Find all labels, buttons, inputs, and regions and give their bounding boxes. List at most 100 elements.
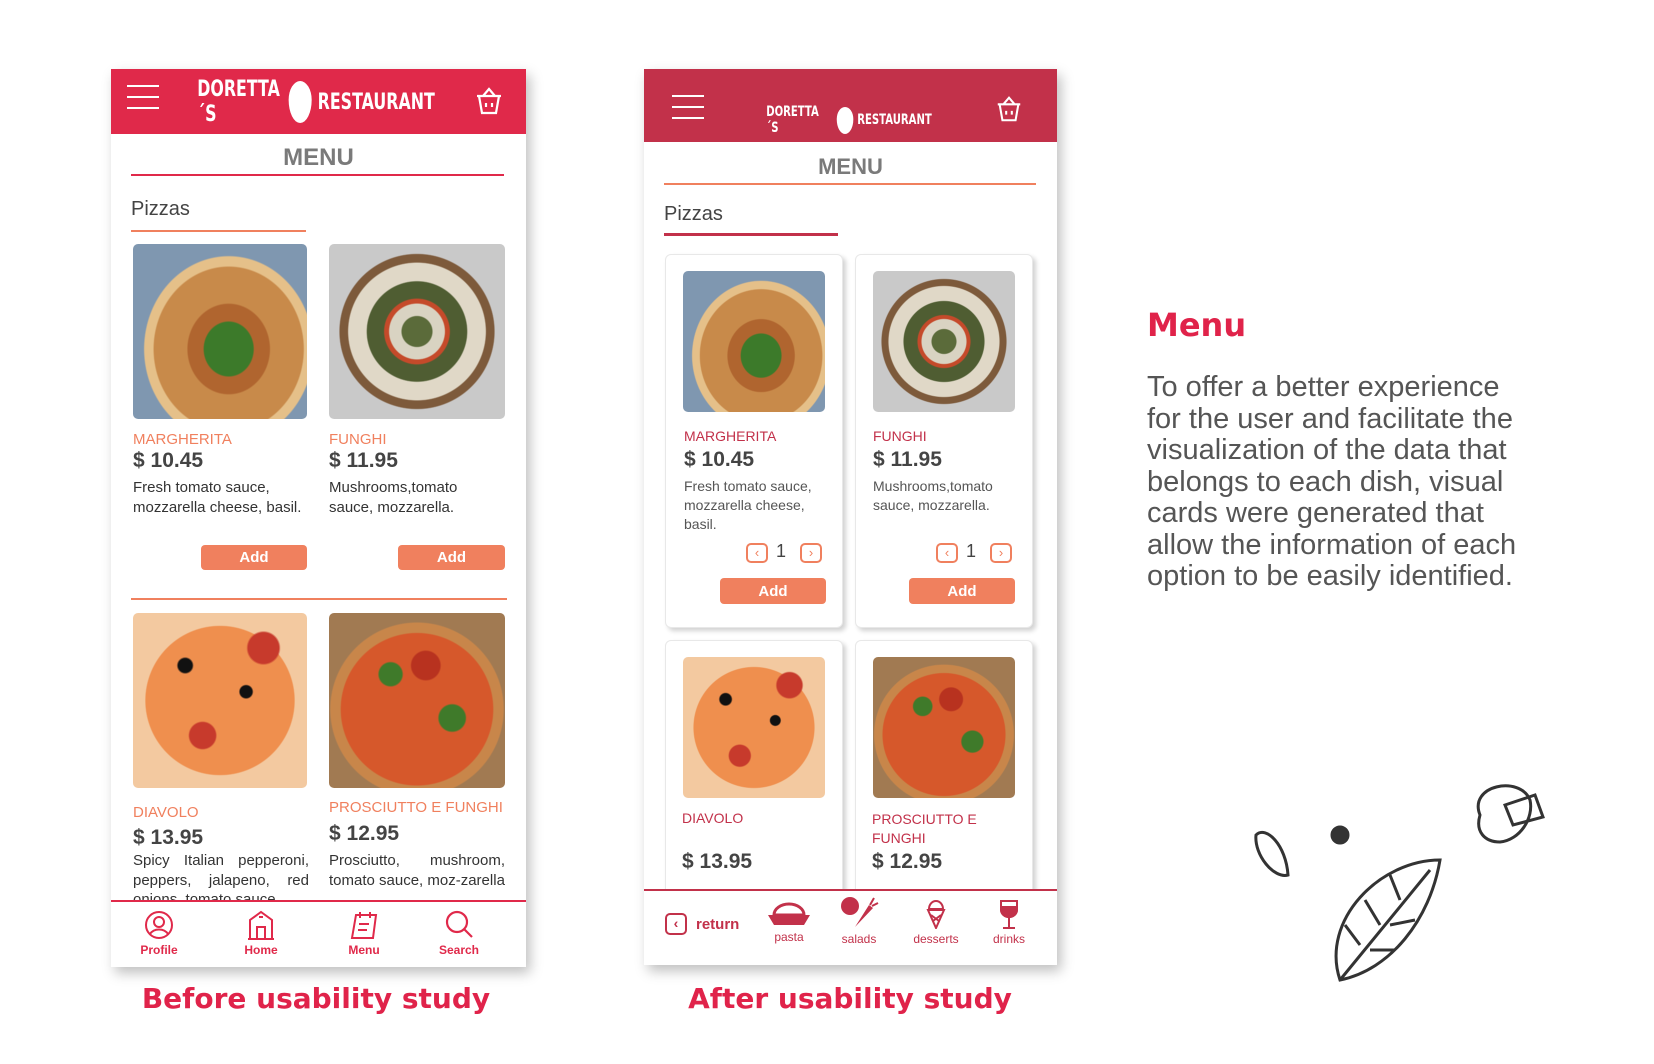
item-description: Prosciutto, mushroom, tomato sauce, moz-… <box>329 852 505 889</box>
nav-label: Search <box>438 943 480 957</box>
return-button[interactable]: ‹ return <box>665 913 739 935</box>
basil-leaf-doodle-icon <box>1334 858 1442 982</box>
decrease-quantity-button[interactable]: ‹ <box>746 543 768 563</box>
app-header: DORETTA ´S RESTAURANT <box>644 69 1057 142</box>
description-line: option to be easily identified. <box>1147 560 1513 592</box>
menu-card: PROSCIUTTO E FUNGHI $ 12.95 <box>855 640 1033 889</box>
section-title: Pizzas <box>664 203 723 225</box>
row-divider <box>131 598 507 600</box>
section-title: Pizzas <box>131 198 190 220</box>
description-line: visualization of the data that <box>1147 434 1507 466</box>
restaurant-logo: DORETTA´S RESTAURANT <box>197 77 435 127</box>
app-header: DORETTA´S RESTAURANT <box>111 69 526 134</box>
item-description: Fresh tomato sauce, mozzarella cheese, b… <box>684 478 812 532</box>
item-name: MARGHERITA <box>684 428 777 444</box>
ice-cream-icon <box>926 900 946 931</box>
nav-profile[interactable]: Profile <box>131 910 187 957</box>
add-button[interactable]: Add <box>909 578 1015 604</box>
increase-quantity-button[interactable]: › <box>800 543 822 563</box>
logo-text-right: RESTAURANT <box>317 89 435 115</box>
nav-home[interactable]: Home <box>233 910 289 957</box>
description-line: for the user and facilitate the <box>1147 402 1513 435</box>
restaurant-logo: DORETTA ´S RESTAURANT <box>766 104 932 136</box>
item-price: $ 10.45 <box>133 449 204 472</box>
item-price: $ 12.95 <box>329 822 400 845</box>
item-name: FUNGHI <box>873 428 927 444</box>
item-name: MARGHERITA <box>133 431 232 448</box>
menu-card: FUNGHI $ 11.95 Mushrooms,tomato sauce, m… <box>855 254 1033 628</box>
item-description: Mushrooms,tomato sauce, mozzarella. <box>873 478 993 513</box>
nav-label: Home <box>244 943 278 957</box>
nav-label: Menu <box>348 943 380 957</box>
menu-card: MARGHERITA $ 10.45 Fresh tomato sauce, m… <box>665 254 843 628</box>
increase-quantity-button[interactable]: › <box>990 543 1012 563</box>
nav-menu[interactable]: Menu <box>336 910 392 957</box>
add-button[interactable]: Add <box>201 545 307 570</box>
item-description: Mushrooms,tomato sauce, mozzarella. <box>329 479 458 516</box>
add-button[interactable]: Add <box>398 545 505 570</box>
funghi-image <box>329 244 505 419</box>
description-line: cards were generated that <box>1147 497 1484 529</box>
description-title: Menu <box>1147 306 1247 344</box>
nav-label: Profile <box>140 943 178 957</box>
nav-pasta[interactable]: pasta <box>764 901 814 944</box>
quantity-value: 1 <box>966 541 977 561</box>
item-description: Spicy Italian pepperoni, peppers, jalape… <box>133 852 309 900</box>
chevron-left-icon: ‹ <box>665 913 687 935</box>
menu-card: DIAVOLO $ 13.95 <box>665 640 843 889</box>
item-name: DIAVOLO <box>682 810 744 826</box>
item-price: $ 11.95 <box>873 448 942 471</box>
decrease-quantity-button[interactable]: ‹ <box>936 543 958 563</box>
nav-desserts[interactable]: desserts <box>904 895 968 946</box>
item-name: DIAVOLO <box>133 804 199 821</box>
nav-salads[interactable]: salads <box>834 895 884 946</box>
home-icon <box>248 910 274 940</box>
nav-search[interactable]: Search <box>429 910 489 957</box>
description-line: To offer a better experience <box>1147 371 1500 403</box>
item-price: $ 11.95 <box>329 449 398 472</box>
return-label: return <box>696 915 740 933</box>
olive-doodle-icon <box>1330 825 1350 845</box>
nav-drinks[interactable]: drinks <box>984 899 1034 946</box>
nav-label: pasta <box>774 930 804 944</box>
hamburger-menu-icon[interactable] <box>127 85 159 118</box>
basket-icon[interactable] <box>994 94 1024 124</box>
item-name: PROSCIUTTO E FUNGHI <box>872 811 977 846</box>
fork-pin-icon <box>836 106 854 134</box>
margherita-image <box>683 271 825 412</box>
add-button[interactable]: Add <box>720 578 826 604</box>
item-price: $ 13.95 <box>682 850 753 873</box>
quantity-value: 1 <box>776 541 787 561</box>
margherita-image <box>133 244 307 419</box>
after-caption: After usability study <box>688 982 1012 1015</box>
nav-label: drinks <box>992 932 1025 946</box>
page-title: MENU <box>283 144 354 171</box>
diavolo-image <box>683 657 825 798</box>
after-phone: DORETTA ´S RESTAURANT MENU Pizzas MARGHE… <box>644 69 1057 965</box>
funghi-image <box>873 271 1015 412</box>
section-underline <box>131 230 306 232</box>
item-name: FUNGHI <box>329 431 387 448</box>
item-price: $ 13.95 <box>133 826 204 849</box>
menu-scroll-area[interactable]: MARGHERITA $ 10.45 Fresh tomato sauce, m… <box>644 244 1057 889</box>
basket-icon[interactable] <box>473 85 505 117</box>
seed-doodle-icon <box>1254 831 1290 877</box>
prosciutto-funghi-image <box>873 657 1015 798</box>
user-icon <box>145 911 173 939</box>
nav-label: salads <box>841 932 877 946</box>
salad-icon <box>841 897 879 927</box>
fork-pin-icon <box>288 81 312 123</box>
category-nav: ‹ return pasta salads desserts drinks <box>644 889 1057 965</box>
menu-calendar-icon <box>350 912 378 939</box>
mushroom-doodle-icon <box>1476 784 1545 844</box>
before-caption: Before usability study <box>141 982 491 1015</box>
menu-scroll-area[interactable]: MARGHERITA FUNGHI $ 10.45 $ 11.95 Fresh … <box>111 234 526 900</box>
diavolo-image <box>133 613 307 788</box>
pasta-icon <box>768 902 810 925</box>
item-price: $ 12.95 <box>872 850 943 873</box>
description-line: allow the information of each <box>1147 528 1517 561</box>
logo-text-left: DORETTA ´S <box>766 104 819 136</box>
section-underline <box>664 233 838 236</box>
hamburger-menu-icon[interactable] <box>672 95 704 128</box>
title-underline <box>664 183 1036 185</box>
